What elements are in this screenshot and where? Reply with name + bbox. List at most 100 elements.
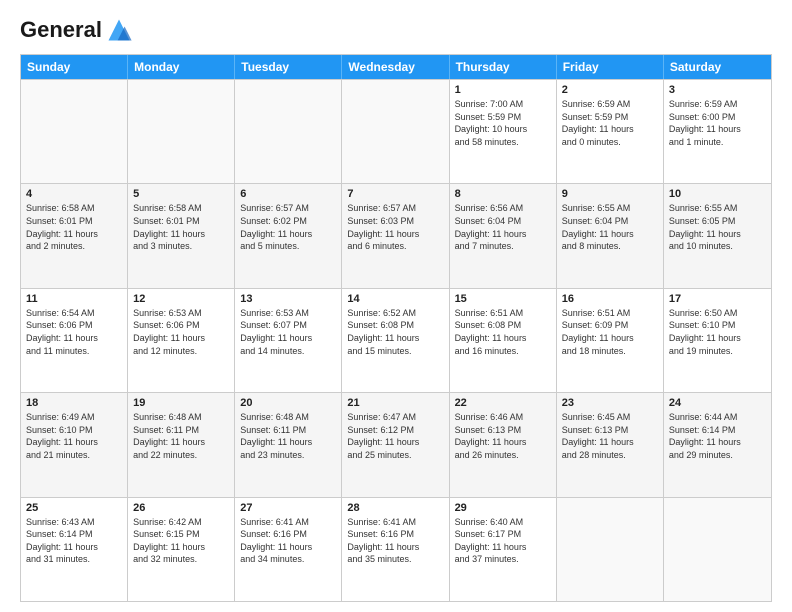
header-day-tuesday: Tuesday <box>235 55 342 79</box>
day-cell-7: 7 Sunrise: 6:57 AM Sunset: 6:03 PM Daylig… <box>342 184 449 287</box>
day-cell-28: 28Sunrise: 6:41 AM Sunset: 6:16 PM Dayli… <box>342 498 449 601</box>
day-cell-14: 14 Sunrise: 6:52 AM Sunset: 6:08 PM Dayli… <box>342 289 449 392</box>
day-number: 7 <box>347 188 443 200</box>
day-cell-5: 5 Sunrise: 6:58 AM Sunset: 6:01 PM Daylig… <box>128 184 235 287</box>
day-cell-21: 21 Sunrise: 6:47 AM Sunset: 6:12 PM Dayli… <box>342 393 449 496</box>
day-info: Sunrise: 6:42 AM Sunset: 6:15 PM Dayligh… <box>133 516 229 566</box>
day-number: 2 <box>562 84 658 96</box>
page: General SundayMondayTuesdayWednesdayThur… <box>0 0 792 612</box>
calendar-week-2: 4Sunrise: 6:58 AM Sunset: 6:01 PM Daylig… <box>21 183 771 287</box>
logo: General <box>20 16 133 44</box>
day-cell-11: 11Sunrise: 6:54 AM Sunset: 6:06 PM Dayli… <box>21 289 128 392</box>
day-info: Sunrise: 6:51 AM Sunset: 6:09 PM Dayligh… <box>562 307 658 357</box>
header-day-thursday: Thursday <box>450 55 557 79</box>
day-cell-27: 27 Sunrise: 6:41 AM Sunset: 6:16 PM Dayli… <box>235 498 342 601</box>
calendar-week-5: 25Sunrise: 6:43 AM Sunset: 6:14 PM Dayli… <box>21 497 771 601</box>
logo-icon <box>105 16 133 44</box>
header-day-friday: Friday <box>557 55 664 79</box>
day-info: Sunrise: 6:52 AM Sunset: 6:08 PM Dayligh… <box>347 307 443 357</box>
day-number: 9 <box>562 188 658 200</box>
day-info: Sunrise: 6:55 AM Sunset: 6:05 PM Dayligh… <box>669 202 766 252</box>
header-day-wednesday: Wednesday <box>342 55 449 79</box>
day-info: Sunrise: 6:48 AM Sunset: 6:11 PM Dayligh… <box>133 411 229 461</box>
day-number: 26 <box>133 502 229 514</box>
day-cell-4: 4Sunrise: 6:58 AM Sunset: 6:01 PM Daylig… <box>21 184 128 287</box>
day-number: 14 <box>347 293 443 305</box>
empty-cell <box>128 80 235 183</box>
day-number: 6 <box>240 188 336 200</box>
day-number: 28 <box>347 502 443 514</box>
header: General <box>20 16 772 44</box>
day-info: Sunrise: 6:53 AM Sunset: 6:06 PM Dayligh… <box>133 307 229 357</box>
day-info: Sunrise: 6:56 AM Sunset: 6:04 PM Dayligh… <box>455 202 551 252</box>
day-info: Sunrise: 6:45 AM Sunset: 6:13 PM Dayligh… <box>562 411 658 461</box>
day-number: 10 <box>669 188 766 200</box>
day-info: Sunrise: 6:41 AM Sunset: 6:16 PM Dayligh… <box>240 516 336 566</box>
day-cell-19: 19 Sunrise: 6:48 AM Sunset: 6:11 PM Dayli… <box>128 393 235 496</box>
calendar-week-3: 11Sunrise: 6:54 AM Sunset: 6:06 PM Dayli… <box>21 288 771 392</box>
calendar-header: SundayMondayTuesdayWednesdayThursdayFrid… <box>21 55 771 79</box>
day-number: 25 <box>26 502 122 514</box>
day-cell-10: 10 Sunrise: 6:55 AM Sunset: 6:05 PM Dayli… <box>664 184 771 287</box>
day-cell-1: 1 Sunrise: 7:00 AM Sunset: 5:59 PM Daylig… <box>450 80 557 183</box>
day-info: Sunrise: 7:00 AM Sunset: 5:59 PM Dayligh… <box>455 98 551 148</box>
day-number: 1 <box>455 84 551 96</box>
day-number: 12 <box>133 293 229 305</box>
day-info: Sunrise: 6:58 AM Sunset: 6:01 PM Dayligh… <box>26 202 122 252</box>
empty-cell <box>557 498 664 601</box>
day-number: 29 <box>455 502 551 514</box>
day-cell-3: 3Sunrise: 6:59 AM Sunset: 6:00 PM Daylig… <box>664 80 771 183</box>
day-cell-6: 6 Sunrise: 6:57 AM Sunset: 6:02 PM Daylig… <box>235 184 342 287</box>
day-cell-25: 25Sunrise: 6:43 AM Sunset: 6:14 PM Dayli… <box>21 498 128 601</box>
header-day-sunday: Sunday <box>21 55 128 79</box>
day-cell-9: 9Sunrise: 6:55 AM Sunset: 6:04 PM Daylig… <box>557 184 664 287</box>
calendar-body: 1 Sunrise: 7:00 AM Sunset: 5:59 PM Daylig… <box>21 79 771 601</box>
day-number: 3 <box>669 84 766 96</box>
day-info: Sunrise: 6:57 AM Sunset: 6:02 PM Dayligh… <box>240 202 336 252</box>
day-number: 8 <box>455 188 551 200</box>
day-number: 24 <box>669 397 766 409</box>
day-info: Sunrise: 6:51 AM Sunset: 6:08 PM Dayligh… <box>455 307 551 357</box>
day-info: Sunrise: 6:49 AM Sunset: 6:10 PM Dayligh… <box>26 411 122 461</box>
day-number: 21 <box>347 397 443 409</box>
day-number: 5 <box>133 188 229 200</box>
day-cell-17: 17Sunrise: 6:50 AM Sunset: 6:10 PM Dayli… <box>664 289 771 392</box>
day-cell-22: 22 Sunrise: 6:46 AM Sunset: 6:13 PM Dayli… <box>450 393 557 496</box>
day-number: 18 <box>26 397 122 409</box>
day-cell-18: 18 Sunrise: 6:49 AM Sunset: 6:10 PM Dayli… <box>21 393 128 496</box>
empty-cell <box>21 80 128 183</box>
day-cell-2: 2 Sunrise: 6:59 AM Sunset: 5:59 PM Daylig… <box>557 80 664 183</box>
day-info: Sunrise: 6:54 AM Sunset: 6:06 PM Dayligh… <box>26 307 122 357</box>
day-number: 19 <box>133 397 229 409</box>
day-number: 23 <box>562 397 658 409</box>
empty-cell <box>342 80 449 183</box>
logo-text: General <box>20 19 102 41</box>
day-number: 27 <box>240 502 336 514</box>
day-info: Sunrise: 6:48 AM Sunset: 6:11 PM Dayligh… <box>240 411 336 461</box>
day-info: Sunrise: 6:44 AM Sunset: 6:14 PM Dayligh… <box>669 411 766 461</box>
day-number: 20 <box>240 397 336 409</box>
day-info: Sunrise: 6:57 AM Sunset: 6:03 PM Dayligh… <box>347 202 443 252</box>
day-number: 13 <box>240 293 336 305</box>
day-info: Sunrise: 6:58 AM Sunset: 6:01 PM Dayligh… <box>133 202 229 252</box>
day-number: 16 <box>562 293 658 305</box>
day-cell-12: 12 Sunrise: 6:53 AM Sunset: 6:06 PM Dayli… <box>128 289 235 392</box>
day-info: Sunrise: 6:59 AM Sunset: 5:59 PM Dayligh… <box>562 98 658 148</box>
day-cell-8: 8 Sunrise: 6:56 AM Sunset: 6:04 PM Daylig… <box>450 184 557 287</box>
day-number: 17 <box>669 293 766 305</box>
day-cell-15: 15Sunrise: 6:51 AM Sunset: 6:08 PM Dayli… <box>450 289 557 392</box>
day-cell-24: 24 Sunrise: 6:44 AM Sunset: 6:14 PM Dayli… <box>664 393 771 496</box>
header-day-saturday: Saturday <box>664 55 771 79</box>
calendar-week-1: 1 Sunrise: 7:00 AM Sunset: 5:59 PM Daylig… <box>21 79 771 183</box>
calendar-week-4: 18 Sunrise: 6:49 AM Sunset: 6:10 PM Dayli… <box>21 392 771 496</box>
empty-cell <box>664 498 771 601</box>
calendar: SundayMondayTuesdayWednesdayThursdayFrid… <box>20 54 772 602</box>
day-info: Sunrise: 6:53 AM Sunset: 6:07 PM Dayligh… <box>240 307 336 357</box>
empty-cell <box>235 80 342 183</box>
day-number: 22 <box>455 397 551 409</box>
day-info: Sunrise: 6:40 AM Sunset: 6:17 PM Dayligh… <box>455 516 551 566</box>
header-day-monday: Monday <box>128 55 235 79</box>
day-info: Sunrise: 6:47 AM Sunset: 6:12 PM Dayligh… <box>347 411 443 461</box>
day-info: Sunrise: 6:46 AM Sunset: 6:13 PM Dayligh… <box>455 411 551 461</box>
day-cell-29: 29 Sunrise: 6:40 AM Sunset: 6:17 PM Dayli… <box>450 498 557 601</box>
